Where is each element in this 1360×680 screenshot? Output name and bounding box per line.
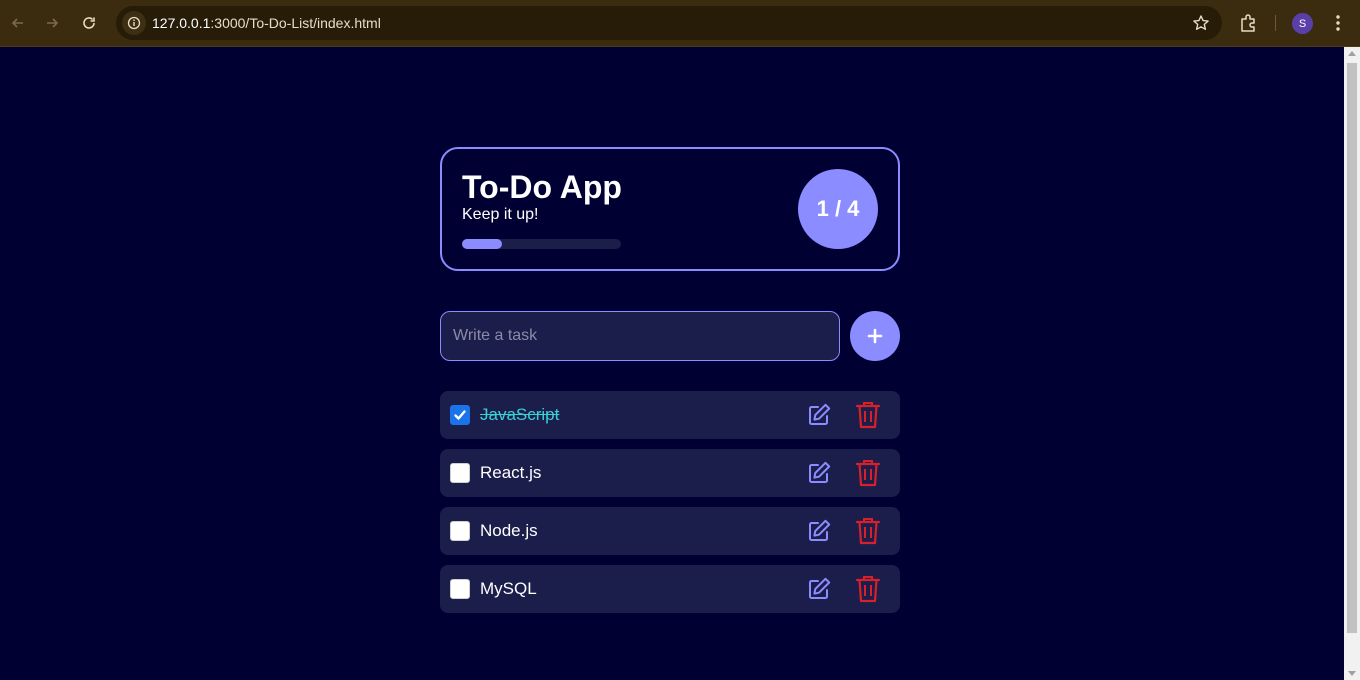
profile-avatar[interactable]: S <box>1292 13 1313 34</box>
task-list: JavaScript React.js Node.js MySQL <box>440 391 900 623</box>
delete-task-button[interactable] <box>854 400 882 430</box>
task-checkbox[interactable] <box>450 405 470 425</box>
progress-count-badge: 1 / 4 <box>798 169 878 249</box>
task-label: JavaScript <box>480 405 560 424</box>
arrow-left-icon <box>11 18 23 28</box>
task-item: JavaScript <box>440 391 900 439</box>
page-scrollbar[interactable] <box>1344 47 1360 680</box>
edit-icon <box>809 403 831 425</box>
trash-icon <box>855 518 881 545</box>
task-input[interactable] <box>440 311 840 361</box>
add-task-button[interactable] <box>850 311 900 361</box>
delete-task-button[interactable] <box>854 516 882 546</box>
address-bar[interactable]: 127.0.0.1:3000/To-Do-List/index.html <box>116 6 1222 40</box>
reload-icon <box>83 17 95 29</box>
info-icon <box>127 16 141 30</box>
reload-button[interactable] <box>77 11 101 35</box>
task-label: Node.js <box>480 521 538 540</box>
edit-task-button[interactable] <box>805 401 833 429</box>
edit-icon <box>809 461 831 483</box>
forward-button[interactable] <box>40 11 64 35</box>
delete-task-button[interactable] <box>854 574 882 604</box>
trash-icon <box>855 576 881 603</box>
task-checkbox[interactable] <box>450 579 470 599</box>
scrollbar-thumb[interactable] <box>1347 63 1357 633</box>
trash-icon <box>855 402 881 429</box>
back-button[interactable] <box>6 11 30 35</box>
plus-icon <box>867 328 883 344</box>
app-subtitle: Keep it up! <box>462 206 539 223</box>
url-path: :3000/To-Do-List/index.html <box>210 15 381 31</box>
task-label: React.js <box>480 463 542 482</box>
app-title: To-Do App <box>462 169 622 205</box>
progress-bar-fill <box>462 239 502 249</box>
stats-card: To-Do App Keep it up! 1 / 4 <box>440 147 900 271</box>
toolbar-divider <box>1275 15 1276 31</box>
extensions-puzzle-icon[interactable] <box>1238 12 1260 34</box>
scroll-down-arrow-icon[interactable] <box>1348 671 1356 676</box>
url-text[interactable]: 127.0.0.1:3000/To-Do-List/index.html <box>152 15 381 31</box>
task-item: Node.js <box>440 507 900 555</box>
edit-task-button[interactable] <box>805 459 833 487</box>
task-label: MySQL <box>480 579 537 598</box>
arrow-right-icon <box>47 18 59 28</box>
task-checkbox[interactable] <box>450 463 470 483</box>
scroll-up-arrow-icon[interactable] <box>1348 51 1356 56</box>
edit-icon <box>809 577 831 599</box>
edit-task-button[interactable] <box>805 575 833 603</box>
task-item: MySQL <box>440 565 900 613</box>
url-host: 127.0.0.1 <box>152 15 211 31</box>
task-checkbox[interactable] <box>450 521 470 541</box>
task-item: React.js <box>440 449 900 497</box>
site-info-button[interactable] <box>122 11 146 35</box>
delete-task-button[interactable] <box>854 458 882 488</box>
browser-toolbar: 127.0.0.1:3000/To-Do-List/index.html S <box>0 0 1360 47</box>
browser-menu-button[interactable] <box>1328 13 1348 33</box>
more-vert-icon <box>1336 15 1340 31</box>
checkmark-icon <box>454 410 466 420</box>
edit-icon <box>809 519 831 541</box>
edit-task-button[interactable] <box>805 517 833 545</box>
trash-icon <box>855 460 881 487</box>
progress-bar <box>462 239 621 249</box>
bookmark-star-icon[interactable] <box>1192 14 1210 32</box>
